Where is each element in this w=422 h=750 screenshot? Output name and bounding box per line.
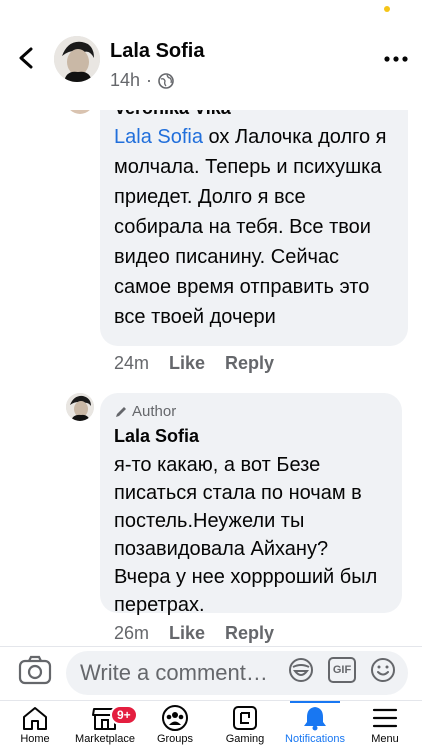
pencil-icon [116,406,126,417]
avatar-sticker-icon[interactable] [288,657,314,683]
comment-text: я-то какаю, а вот Безе писаться стала по… [114,454,378,616]
back-arrow-icon[interactable] [16,46,38,70]
comment-body: ох Лалочка долго я молчала. Теперь и пси… [114,126,387,328]
notification-count-badge: 9+ [110,705,138,725]
reply-button[interactable]: Reply [225,353,274,374]
tab-label: Gaming [225,733,265,745]
tab-label: Groups [156,733,194,745]
tab-label: Marketplace [75,733,135,745]
comment-time: 26m [114,623,150,643]
like-button[interactable]: Like [169,353,205,374]
gaming-icon [233,706,257,730]
home-icon [23,707,47,730]
bottom-tab-bar: Home 9+ Marketplace Groups Gaming Notifi… [0,700,422,750]
tab-label: Notifications [285,733,345,745]
like-button[interactable]: Like [169,623,205,644]
gif-label: GIF [332,664,352,676]
reply-button[interactable]: Reply [225,623,274,644]
camera-icon[interactable] [18,655,52,685]
tab-marketplace[interactable]: 9+ Marketplace [70,701,140,750]
tab-label: Home [20,733,50,745]
menu-icon [372,708,398,728]
groups-icon [162,705,188,731]
author-badge: Author [114,393,388,420]
comments-list: Veronika Vika Lala Sofia ох Лалочка долг… [0,110,422,650]
comment-time: 24m [114,353,150,373]
comment-bubble: Veronika Vika Lala Sofia ох Лалочка долг… [100,110,408,346]
post-header: Lala Sofia 14h · [0,0,422,110]
comment-author[interactable]: Lala Sofia [114,426,388,447]
avatar[interactable] [66,393,94,421]
comment-actions: 26m Like Reply [114,623,274,644]
emoji-icon[interactable] [370,657,396,683]
comment-text: Lala Sofia ох Лалочка долго я молчала. Т… [114,122,394,332]
tab-menu[interactable]: Menu [350,701,420,750]
gif-button[interactable]: GIF [328,657,356,683]
mention-link[interactable]: Lala Sofia [114,126,203,148]
meta-separator: · [146,70,153,90]
page-title[interactable]: Lala Sofia [110,40,204,63]
post-time: 14h [110,70,141,90]
comment-bubble: Author Lala Sofia я-то какаю, а вот Безе… [100,393,402,616]
comment-placeholder: Write a comment… [80,660,268,685]
status-indicator [384,6,390,12]
comment-actions: 24m Like Reply [114,353,274,374]
more-options-icon[interactable] [384,55,408,63]
comment-input[interactable]: Write a comment… [66,651,408,695]
avatar[interactable] [66,110,94,114]
globe-icon [158,72,174,89]
avatar[interactable] [54,36,100,82]
active-tab-indicator [290,701,340,703]
comment-author[interactable]: Veronika Vika [114,110,394,122]
author-badge-label: Author [132,403,177,420]
tab-home[interactable]: Home [0,701,70,750]
tab-label: Menu [371,733,399,745]
comment-composer: Write a comment… GIF [0,646,422,698]
bell-icon [304,707,326,731]
tab-groups[interactable]: Groups [140,701,210,750]
tab-notifications[interactable]: Notifications [280,701,350,750]
tab-gaming[interactable]: Gaming [210,701,280,750]
post-meta: 14h · [110,70,174,91]
